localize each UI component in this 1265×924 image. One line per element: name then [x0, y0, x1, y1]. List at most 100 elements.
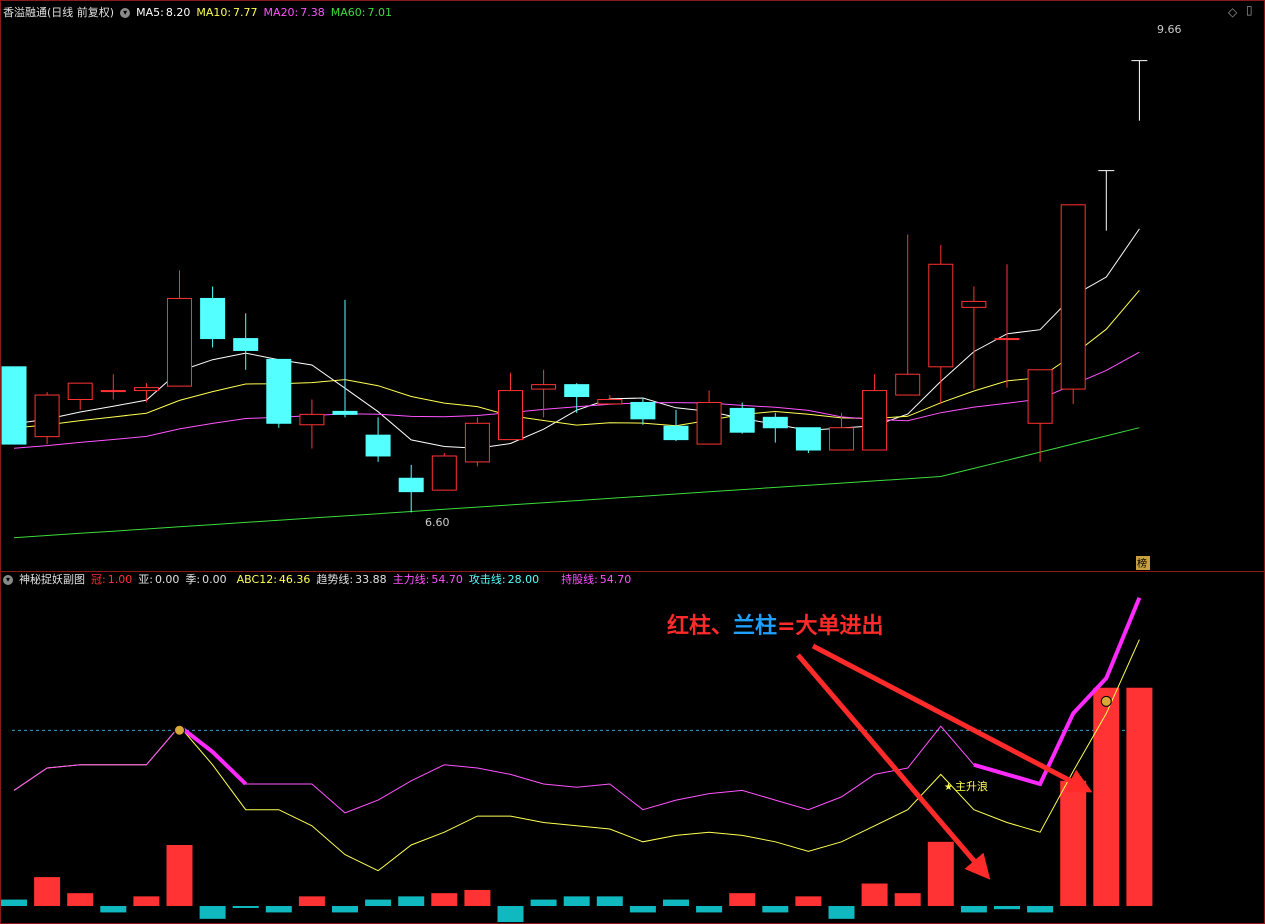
volume-bar	[431, 893, 458, 906]
volume-bar	[1093, 687, 1120, 906]
candle	[266, 358, 292, 428]
candle-body	[464, 422, 490, 463]
volume-bar	[927, 841, 954, 906]
candle	[167, 270, 192, 387]
candle-body	[1060, 204, 1086, 390]
volume-bar	[828, 906, 855, 919]
volume-bar	[596, 896, 623, 906]
candle-body	[762, 416, 788, 429]
volume-bar	[994, 906, 1020, 910]
volume-bar	[34, 877, 61, 906]
candle-body	[365, 434, 391, 457]
low-price-label: 6.60	[425, 516, 450, 529]
volume-bar	[1126, 687, 1153, 906]
volume-bar	[464, 889, 491, 906]
candle-body	[398, 477, 424, 493]
candle-body	[862, 390, 888, 451]
coin-icon	[174, 724, 185, 736]
candle	[34, 392, 60, 445]
candle-body	[564, 384, 590, 398]
candle	[365, 417, 391, 462]
candle-body	[961, 300, 987, 308]
kline-chart[interactable]: 9.66 6.60 主升浪 ★ 榜	[0, 0, 1265, 924]
signal-label: 主升浪	[955, 779, 988, 793]
volume-bar	[1060, 780, 1087, 906]
volume-bar	[166, 845, 193, 906]
candle	[564, 383, 590, 413]
volume-bar	[663, 899, 689, 906]
annotation-title: 红柱、兰柱=大单进出	[667, 608, 883, 640]
candle	[398, 464, 424, 513]
candle-body	[895, 373, 921, 396]
candle-body	[928, 263, 954, 368]
candle	[1060, 204, 1086, 404]
candle	[332, 299, 358, 418]
volume-bar	[497, 906, 524, 923]
volume-bar	[365, 899, 392, 906]
volume-bar	[67, 893, 94, 906]
candle-body	[531, 384, 557, 390]
candle-body	[829, 427, 854, 451]
volume-bar	[530, 899, 557, 906]
volume-bar	[133, 896, 160, 906]
volume-bar	[265, 906, 292, 913]
rank-tag[interactable]: 榜	[1137, 557, 1147, 570]
candle-body	[431, 455, 457, 491]
candle	[1098, 170, 1115, 231]
chart-window: 香溢融通(日线 前复权) ▾ MA5: 8.20 MA10: 7.77 MA20: 7.38 M…	[0, 0, 1265, 924]
candle	[498, 372, 523, 441]
candle	[431, 453, 457, 491]
volume-bar	[629, 906, 656, 913]
volume-bar	[1, 899, 27, 906]
sub-indicator-layer	[1, 597, 1153, 923]
candle-body	[233, 338, 259, 351]
candle	[696, 390, 722, 445]
candle-body	[1027, 369, 1053, 424]
candle-body	[200, 297, 226, 340]
candle	[233, 313, 259, 370]
coin-icon	[1100, 695, 1112, 707]
candle	[597, 395, 623, 405]
candle-body	[167, 297, 192, 387]
candle-body	[100, 390, 126, 393]
volume-bar	[332, 906, 358, 913]
star-icon: ★	[944, 782, 953, 793]
candle-body	[795, 427, 821, 451]
annotation-rest: =大单进出	[777, 614, 884, 639]
candle-body	[630, 401, 656, 420]
candle	[862, 374, 888, 451]
candle	[100, 374, 126, 400]
volume-bar	[894, 893, 921, 906]
volume-bar	[563, 896, 590, 906]
candle	[299, 399, 325, 449]
candle-body	[332, 410, 358, 415]
candle	[795, 427, 821, 453]
ma60-line	[13, 427, 1140, 539]
candle-body	[597, 399, 623, 405]
attack-line	[13, 639, 1140, 872]
candle	[961, 286, 987, 390]
main-price-layer	[1, 60, 1148, 539]
candle	[200, 286, 226, 348]
candle	[1027, 369, 1053, 462]
volume-bar	[762, 906, 789, 913]
candle-body	[663, 425, 689, 441]
candle-body	[34, 394, 60, 438]
volume-bar	[861, 883, 888, 906]
candle	[67, 382, 93, 410]
high-price-label: 9.66	[1157, 23, 1182, 36]
candle	[729, 402, 755, 434]
volume-bar	[100, 906, 127, 913]
volume-bar	[960, 906, 987, 913]
volume-bar	[729, 893, 756, 906]
candle-body	[67, 382, 93, 400]
volume-bar	[298, 896, 325, 906]
candle-body	[696, 401, 722, 445]
candle-body	[498, 390, 523, 441]
candle	[762, 412, 788, 443]
candle-body	[299, 413, 325, 426]
candle-body	[994, 338, 1020, 341]
candle-body	[729, 407, 755, 433]
volume-bar	[232, 906, 259, 908]
volume-bar	[199, 906, 226, 919]
